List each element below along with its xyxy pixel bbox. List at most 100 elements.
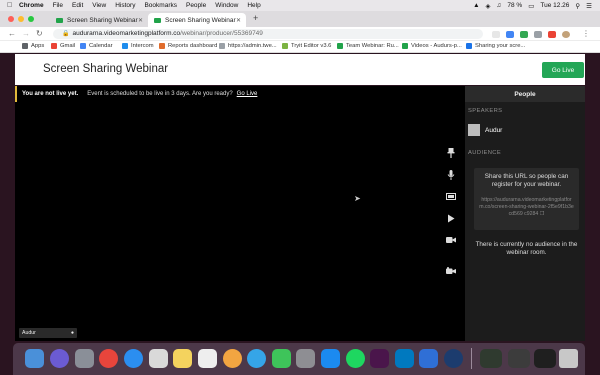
panel-title: People bbox=[465, 86, 585, 102]
participant-name-chip: Audur ● bbox=[19, 328, 77, 338]
bookmark-label: Calendar bbox=[89, 43, 113, 49]
spotify-icon[interactable] bbox=[346, 349, 365, 368]
microphone-icon[interactable] bbox=[446, 170, 456, 180]
avatar bbox=[468, 124, 480, 136]
screen-share-icon[interactable] bbox=[446, 192, 456, 202]
extension-icon[interactable] bbox=[548, 31, 556, 38]
calendar-icon[interactable] bbox=[149, 349, 168, 368]
banner-go-live-link[interactable]: Go Live bbox=[237, 91, 258, 97]
bookmark-apps[interactable]: Apps bbox=[22, 43, 44, 49]
window-thumbnail-icon[interactable] bbox=[534, 349, 556, 368]
url-host: audurarna.videomarketingplatform.co bbox=[72, 30, 181, 37]
new-tab-icon[interactable]: + bbox=[253, 13, 258, 23]
keynote-icon[interactable] bbox=[419, 349, 438, 368]
menu-edit[interactable]: Edit bbox=[72, 2, 83, 9]
registration-url-card: Share this URL so people can register fo… bbox=[474, 168, 579, 230]
bookmark-label: Tryit Editor v3.6 bbox=[291, 43, 332, 49]
browser-tab-active[interactable]: Screen Sharing Webinar ✕ bbox=[148, 13, 246, 27]
address-bar[interactable]: 🔒 audurarna.videomarketingplatform.co/web… bbox=[53, 29, 483, 39]
copy-icon[interactable]: ❐ bbox=[540, 211, 545, 217]
play-icon[interactable] bbox=[446, 213, 456, 223]
slack-icon[interactable] bbox=[370, 349, 389, 368]
window-thumbnail-icon[interactable] bbox=[508, 349, 530, 368]
browser-toolbar: ← → ↻ 🔒 audurarna.videomarketingplatform.… bbox=[0, 27, 600, 41]
menu-help[interactable]: Help bbox=[247, 2, 260, 9]
dock-divider bbox=[471, 348, 472, 369]
menu-people[interactable]: People bbox=[186, 2, 206, 9]
photos-icon[interactable] bbox=[223, 349, 242, 368]
screen-recorder-icon[interactable] bbox=[444, 349, 463, 368]
extension-icon[interactable] bbox=[520, 31, 528, 38]
page-title: Screen Sharing Webinar bbox=[43, 63, 169, 75]
menu-view[interactable]: View bbox=[92, 2, 106, 9]
app-store-icon[interactable] bbox=[321, 349, 340, 368]
video-stage[interactable]: ➤ Audur ● bbox=[15, 102, 465, 341]
tab-title: Screen Sharing Webinar bbox=[165, 16, 236, 24]
banner-status: You are not live yet. bbox=[22, 91, 79, 97]
menu-history[interactable]: History bbox=[115, 2, 135, 9]
no-audience-message: There is currently no audience in the we… bbox=[475, 241, 578, 256]
bookmark-label: Apps bbox=[31, 43, 45, 49]
bookmark-videos[interactable]: Videos - Audurs-p... bbox=[402, 43, 462, 49]
launchpad-icon[interactable] bbox=[75, 349, 94, 368]
back-arrow-icon[interactable]: ← bbox=[8, 29, 16, 38]
apps-grid-icon bbox=[22, 43, 28, 49]
registration-url[interactable]: https://audurarna.videomarketingplatform… bbox=[479, 197, 574, 218]
trello-icon[interactable] bbox=[395, 349, 414, 368]
apple-icon[interactable]:  bbox=[7, 2, 15, 9]
finder-icon[interactable] bbox=[25, 349, 44, 368]
bookmark-label: Sharing your scre... bbox=[475, 43, 526, 49]
extension-icon[interactable] bbox=[506, 31, 514, 38]
camera-settings-icon[interactable] bbox=[446, 266, 456, 276]
battery-icon[interactable]: ▭ bbox=[528, 2, 534, 10]
bookmark-team-webinar[interactable]: Team Webinar: Ru... bbox=[337, 43, 399, 49]
messages-icon[interactable] bbox=[247, 349, 266, 368]
contacts-icon[interactable] bbox=[296, 349, 315, 368]
tab-close-icon[interactable]: ✕ bbox=[236, 17, 241, 24]
browser-tab[interactable]: Screen Sharing Webinar ✕ bbox=[50, 13, 148, 27]
search-icon[interactable]: ⚲ bbox=[575, 2, 580, 10]
reminders-icon[interactable] bbox=[198, 349, 217, 368]
notes-icon[interactable] bbox=[173, 349, 192, 368]
bookmark-admin[interactable]: https://admin.twe... bbox=[219, 43, 277, 49]
go-live-button[interactable]: Go Live bbox=[542, 62, 584, 78]
safari-icon[interactable] bbox=[124, 349, 143, 368]
tab-close-icon[interactable]: ✕ bbox=[138, 17, 143, 24]
bookmark-tryit[interactable]: Tryit Editor v3.6 bbox=[282, 43, 331, 49]
reload-icon[interactable]: ↻ bbox=[36, 29, 43, 38]
close-window-button[interactable] bbox=[8, 16, 14, 22]
chrome-icon[interactable] bbox=[99, 349, 118, 368]
window-thumbnail-icon[interactable] bbox=[480, 349, 502, 368]
registration-url-text[interactable]: https://audurarna.videomarketingplatform… bbox=[479, 197, 574, 217]
bookmark-calendar[interactable]: Calendar bbox=[80, 43, 113, 49]
star-icon[interactable] bbox=[492, 31, 500, 38]
profile-avatar[interactable] bbox=[562, 31, 570, 38]
menu-window[interactable]: Window bbox=[215, 2, 238, 9]
forward-arrow-icon[interactable]: → bbox=[22, 29, 30, 38]
extension-icon[interactable] bbox=[534, 31, 542, 38]
minimize-window-button[interactable] bbox=[18, 16, 24, 22]
menu-app-chrome[interactable]: Chrome bbox=[19, 2, 44, 9]
camera-icon[interactable] bbox=[446, 235, 456, 245]
menu-list-icon[interactable]: ☰ bbox=[586, 2, 592, 10]
tab-title: Screen Sharing Webinar bbox=[67, 16, 138, 24]
menu-file[interactable]: File bbox=[53, 2, 63, 9]
bookmark-intercom[interactable]: Intercom bbox=[122, 43, 154, 49]
facetime-icon[interactable] bbox=[272, 349, 291, 368]
dropbox-icon[interactable]: ▲ bbox=[473, 2, 479, 9]
volume-icon[interactable]: ♫ bbox=[497, 2, 502, 9]
wifi-icon[interactable]: ◈ bbox=[486, 2, 491, 10]
bookmark-gmail[interactable]: Gmail bbox=[51, 43, 75, 49]
bookmark-sharing[interactable]: Sharing your scre... bbox=[466, 43, 525, 49]
macos-dock bbox=[13, 343, 585, 375]
siri-icon[interactable] bbox=[50, 349, 69, 368]
bookmark-reports-dashboard[interactable]: Reports dashboard bbox=[159, 43, 217, 49]
clock[interactable]: Tue 12.26 bbox=[540, 2, 569, 9]
maximize-window-button[interactable] bbox=[28, 16, 34, 22]
pin-icon[interactable] bbox=[446, 148, 456, 158]
trash-icon[interactable] bbox=[559, 349, 578, 368]
speaker-item[interactable]: Audur bbox=[468, 124, 502, 136]
more-menu-icon[interactable]: ⋮ bbox=[582, 29, 590, 38]
battery-percent[interactable]: 78 % bbox=[507, 2, 522, 9]
menu-bookmarks[interactable]: Bookmarks bbox=[144, 2, 177, 9]
